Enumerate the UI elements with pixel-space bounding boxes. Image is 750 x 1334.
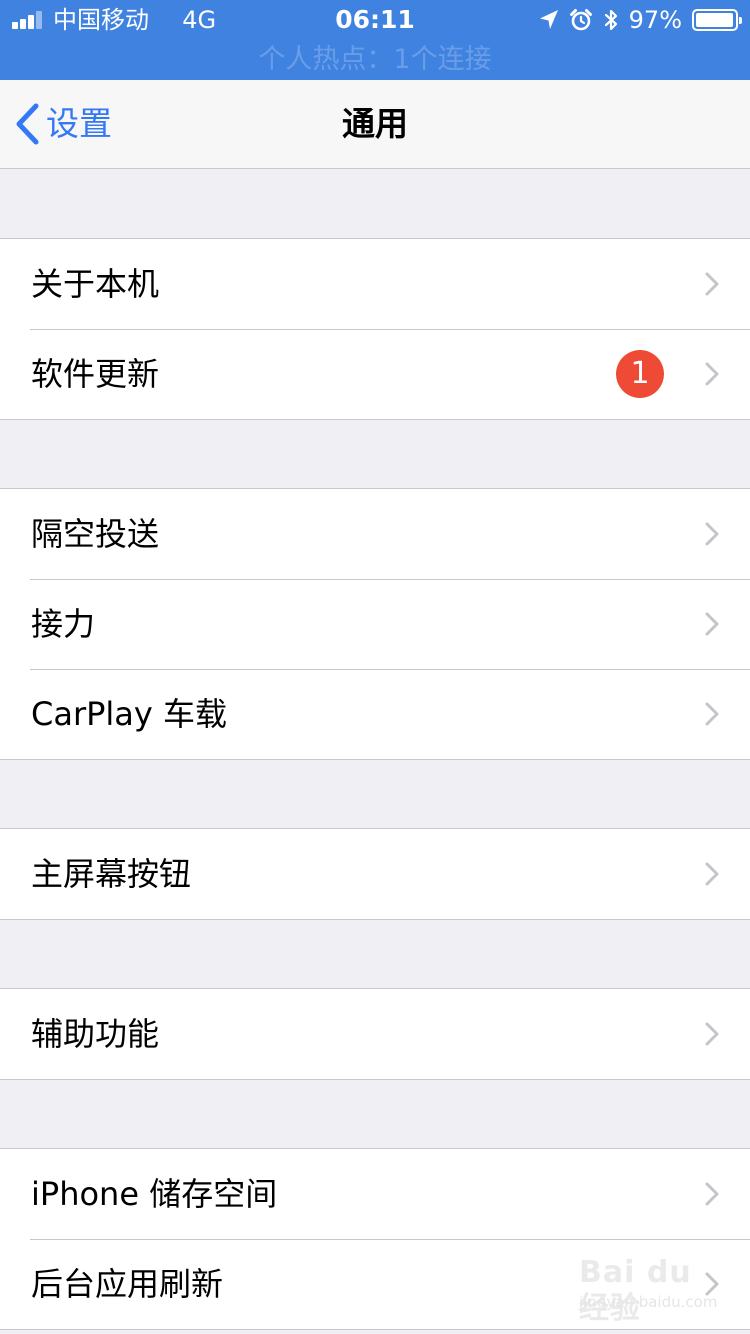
settings-group-accessibility: 辅助功能	[0, 988, 750, 1080]
row-label: 关于本机	[31, 265, 160, 303]
status-row: 中国移动 4G 06:11 97%	[0, 0, 750, 40]
row-about[interactable]: 关于本机	[0, 239, 750, 329]
row-airdrop[interactable]: 隔空投送	[0, 489, 750, 579]
notification-badge: 1	[616, 350, 664, 398]
status-time: 06:11	[335, 5, 415, 34]
hotspot-banner[interactable]: 个人热点：1个连接	[0, 40, 750, 80]
chevron-right-icon	[705, 362, 719, 386]
settings-group-home-button: 主屏幕按钮	[0, 828, 750, 920]
row-label: CarPlay 车载	[31, 695, 228, 733]
row-accessibility[interactable]: 辅助功能	[0, 989, 750, 1079]
chevron-right-icon	[705, 1182, 719, 1206]
settings-group-device: 关于本机 软件更新 1	[0, 238, 750, 420]
chevron-right-icon	[705, 702, 719, 726]
watermark-main: Bai du 经验	[579, 1255, 692, 1326]
row-label: 辅助功能	[31, 1015, 160, 1053]
row-iphone-storage[interactable]: iPhone 储存空间	[0, 1149, 750, 1239]
carrier-network: 中国移动 4G	[53, 6, 216, 34]
row-handoff[interactable]: 接力	[0, 579, 750, 669]
chevron-left-icon	[16, 103, 39, 145]
baidu-jingyan-watermark: Bai du 经验 jingyan.baidu.com	[575, 1255, 725, 1326]
row-software-update[interactable]: 软件更新 1	[0, 329, 750, 419]
row-label: 隔空投送	[31, 515, 160, 553]
chevron-right-icon	[705, 862, 719, 886]
back-button[interactable]: 设置	[14, 80, 112, 168]
row-label: 软件更新	[31, 355, 160, 393]
row-carplay[interactable]: CarPlay 车载	[0, 669, 750, 759]
row-label: iPhone 储存空间	[31, 1175, 278, 1213]
bluetooth-icon	[604, 9, 617, 31]
status-right-group: 97%	[539, 6, 742, 34]
chevron-right-icon	[705, 612, 719, 636]
location-arrow-icon	[539, 10, 558, 29]
chevron-right-icon	[705, 272, 719, 296]
carrier-name: 中国移动	[53, 6, 149, 34]
settings-group-connectivity: 隔空投送 接力 CarPlay 车载	[0, 488, 750, 760]
chevron-right-icon	[705, 522, 719, 546]
chevron-right-icon	[705, 1022, 719, 1046]
back-label: 设置	[46, 104, 112, 143]
battery-percent: 97%	[628, 6, 682, 34]
page-title: 通用	[342, 104, 408, 143]
signal-icon	[12, 11, 46, 29]
navigation-bar: 设置 通用	[0, 80, 750, 169]
watermark-sub: jingyan.baidu.com	[579, 1293, 718, 1311]
battery-icon	[692, 9, 742, 31]
row-label: 主屏幕按钮	[31, 855, 192, 893]
row-label: 后台应用刷新	[31, 1265, 224, 1303]
row-home-button[interactable]: 主屏幕按钮	[0, 829, 750, 919]
status-bar: 中国移动 4G 06:11 97% 个人热点：1个连接	[0, 0, 750, 80]
alarm-clock-icon	[569, 9, 592, 31]
battery-fill	[696, 13, 733, 27]
network-type: 4G	[182, 6, 217, 34]
row-label: 接力	[31, 605, 96, 643]
